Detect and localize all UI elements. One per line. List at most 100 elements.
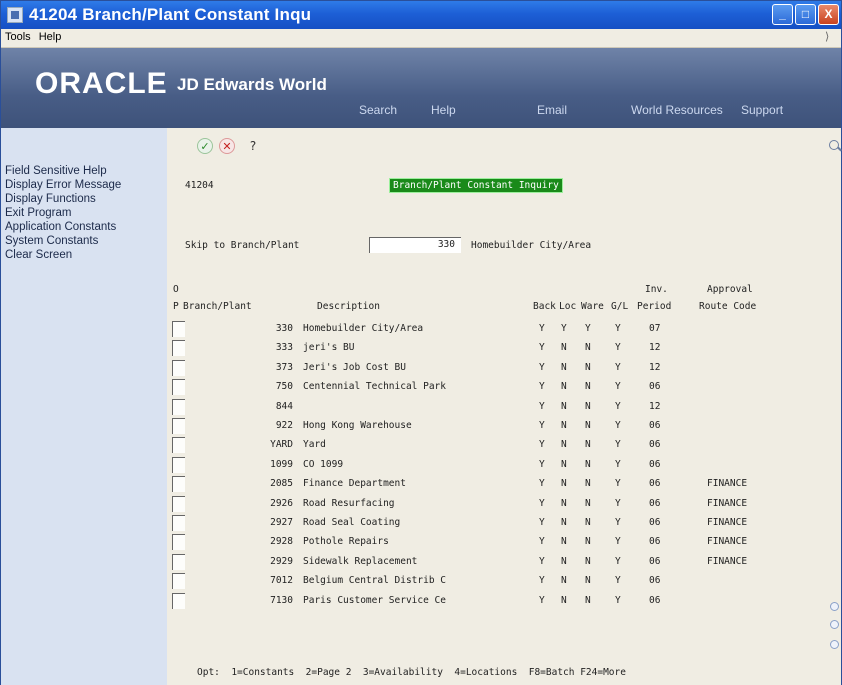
- cell-back: Y: [539, 361, 545, 373]
- link-world-resources[interactable]: World Resources: [631, 103, 723, 117]
- magnifier-icon[interactable]: [829, 140, 839, 150]
- header-branch: Branch/Plant: [183, 301, 252, 312]
- cell-branch-plant: 844: [275, 400, 293, 412]
- close-button[interactable]: X: [818, 4, 839, 25]
- cell-gl: Y: [615, 323, 621, 334]
- cell-back: Y: [539, 497, 545, 509]
- cell-branch-plant: 1099: [270, 458, 293, 470]
- cell-gl: Y: [615, 478, 621, 490]
- cell-description: Homebuilder City/Area: [303, 323, 424, 334]
- cell-branch-plant: 922: [275, 420, 293, 431]
- link-email[interactable]: Email: [537, 103, 567, 117]
- cell-loc: N: [561, 594, 567, 606]
- ok-icon[interactable]: ✓: [197, 138, 213, 154]
- zoom-icon[interactable]: [830, 640, 839, 649]
- table-row[interactable]: 330 Homebuilder City/Area Y Y Y Y 07: [167, 321, 841, 342]
- cell-loc: Y: [561, 323, 567, 334]
- cell-description: Sidewalk Replacement: [303, 555, 418, 567]
- banner-links: Search Help Email World Resources Suppor…: [1, 103, 841, 121]
- table-row[interactable]: 2928 Pothole Repairs Y N N Y 06 FINANCE: [167, 534, 841, 555]
- cell-ware: N: [585, 458, 591, 470]
- minimize-button[interactable]: _: [772, 4, 793, 25]
- table-row[interactable]: 2926 Road Resurfacing Y N N Y 06 FINANCE: [167, 495, 841, 517]
- cell-branch-plant: 2926: [270, 497, 293, 509]
- cell-description: Paris Customer Service Ce: [303, 594, 446, 606]
- cell-description: jeri's BU: [303, 342, 355, 354]
- cell-ware: N: [585, 555, 591, 567]
- table-row[interactable]: 333 jeri's BU Y N N Y 12: [167, 340, 841, 361]
- sidebar-item-display-functions[interactable]: Display Functions: [1, 192, 167, 206]
- cell-loc: N: [561, 555, 567, 567]
- cell-route-code: FINANCE: [707, 497, 748, 509]
- cell-gl: Y: [615, 575, 621, 587]
- cell-gl: Y: [615, 517, 621, 528]
- table-row[interactable]: 2927 Road Seal Coating Y N N Y 06 FINANCE: [167, 515, 841, 536]
- sidebar-item-clear-screen[interactable]: Clear Screen: [1, 248, 167, 262]
- skip-label: Skip to Branch/Plant: [185, 240, 300, 251]
- cell-branch-plant: 7130: [270, 594, 293, 606]
- table-row[interactable]: 844 Y N N Y 12: [167, 398, 841, 420]
- cell-ware: N: [585, 478, 591, 490]
- sidebar-item-system-constants[interactable]: System Constants: [1, 234, 167, 248]
- menu-tools[interactable]: Tools: [1, 29, 35, 43]
- cell-ware: N: [585, 342, 591, 354]
- cell-inv-period: 07: [649, 323, 661, 334]
- scroll-up-icon[interactable]: [830, 602, 839, 611]
- cell-loc: N: [561, 381, 567, 393]
- cell-ware: N: [585, 536, 591, 548]
- cell-ware: N: [585, 575, 591, 587]
- cell-loc: N: [561, 497, 567, 509]
- link-support[interactable]: Support: [741, 103, 783, 117]
- form-area: ✓ ✕ ? 41204 Branch/Plant Constant Inquir…: [167, 128, 841, 685]
- table-row[interactable]: YARD Yard Y N N Y 06: [167, 437, 841, 458]
- table-row[interactable]: 922 Hong Kong Warehouse Y N N Y 06: [167, 418, 841, 439]
- cell-gl: Y: [615, 342, 621, 354]
- cell-branch-plant: 2929: [270, 555, 293, 567]
- cell-inv-period: 06: [649, 536, 661, 548]
- jde-banner: ORACLE JD Edwards World Search Help Emai…: [1, 48, 841, 128]
- cell-gl: Y: [615, 361, 621, 373]
- maximize-button[interactable]: □: [795, 4, 816, 25]
- menu-help[interactable]: Help: [35, 29, 66, 43]
- scroll-down-icon[interactable]: [830, 620, 839, 629]
- cell-loc: N: [561, 420, 567, 431]
- skip-to-branch-input[interactable]: 330: [369, 237, 461, 253]
- link-search[interactable]: Search: [359, 103, 397, 117]
- cell-ware: N: [585, 420, 591, 431]
- sidebar-item-display-error-message[interactable]: Display Error Message: [1, 178, 167, 192]
- header-o: O: [173, 284, 179, 295]
- table-row[interactable]: 750 Centennial Technical Park Y N N Y 06: [167, 379, 841, 400]
- header-approval-top: Approval: [707, 284, 753, 295]
- cell-description: Pothole Repairs: [303, 536, 389, 548]
- table-row[interactable]: 1099 CO 1099 Y N N Y 06: [167, 456, 841, 478]
- cell-back: Y: [539, 575, 545, 587]
- sidebar-item-application-constants[interactable]: Application Constants: [1, 220, 167, 234]
- cancel-icon[interactable]: ✕: [219, 138, 235, 154]
- table-row[interactable]: 373 Jeri's Job Cost BU Y N N Y 12: [167, 359, 841, 381]
- sidebar-item-field-sensitive-help[interactable]: Field Sensitive Help: [1, 164, 167, 178]
- table-row[interactable]: 7130 Paris Customer Service Ce Y N N Y 06: [167, 592, 841, 614]
- cell-branch-plant: 7012: [270, 575, 293, 587]
- table-row[interactable]: 2085 Finance Department Y N N Y 06 FINANCE: [167, 476, 841, 497]
- form-title: Branch/Plant Constant Inquiry: [389, 178, 563, 193]
- menu-overflow-icon[interactable]: ⟩: [825, 30, 837, 44]
- link-help[interactable]: Help: [431, 103, 456, 117]
- cell-loc: N: [561, 400, 567, 412]
- oracle-logo: ORACLE: [35, 67, 168, 100]
- table-row[interactable]: 7012 Belgium Central Distrib C Y N N Y 06: [167, 573, 841, 594]
- menu-bar: Tools Help ⟩: [1, 29, 841, 48]
- header-approval-bottom: Route Code: [699, 301, 757, 312]
- skip-description: Homebuilder City/Area: [471, 240, 592, 251]
- header-p: P: [173, 301, 179, 312]
- cell-loc: N: [561, 361, 567, 373]
- cell-back: Y: [539, 439, 545, 451]
- cell-loc: N: [561, 458, 567, 470]
- cell-gl: Y: [615, 497, 621, 509]
- table-row[interactable]: 2929 Sidewalk Replacement Y N N Y 06 FINANCE: [167, 553, 841, 575]
- help-icon[interactable]: ?: [245, 138, 261, 154]
- cell-inv-period: 06: [649, 497, 661, 509]
- cell-branch-plant: YARD: [270, 439, 293, 451]
- cell-branch-plant: 2928: [270, 536, 293, 548]
- sidebar-item-exit-program[interactable]: Exit Program: [1, 206, 167, 220]
- cell-description: Yard: [303, 439, 326, 451]
